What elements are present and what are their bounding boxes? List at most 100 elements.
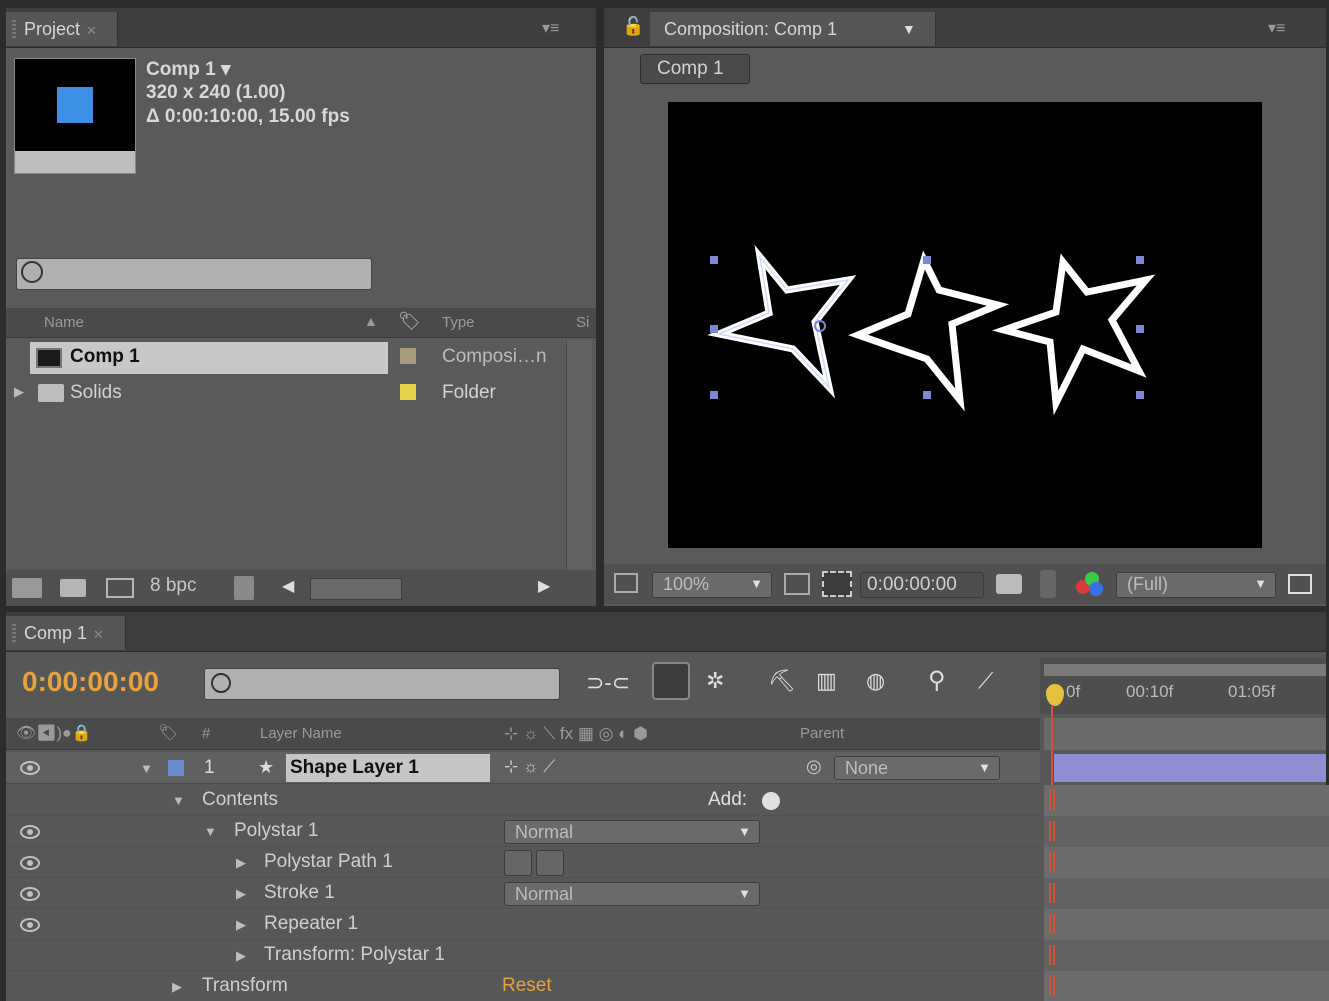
- column-name[interactable]: Name: [44, 308, 84, 338]
- project-horizontal-scrollbar[interactable]: [310, 578, 402, 600]
- property-row-transform-polystar[interactable]: ▶ Transform: Polystar 1: [6, 940, 1040, 971]
- switches-icons[interactable]: ⊹ ☼ ⟍ fx ▦ ◎ ◐ ⬢: [504, 718, 648, 750]
- comp-info-name[interactable]: Comp 1 ▾: [146, 58, 231, 81]
- lock-icon[interactable]: 🔓: [622, 16, 644, 37]
- timeline-search-input[interactable]: [204, 668, 560, 700]
- new-folder-icon[interactable]: [60, 579, 86, 597]
- work-area-bar[interactable]: [1044, 664, 1326, 676]
- expand-triangle-icon[interactable]: ▶: [236, 886, 246, 902]
- viewer-canvas[interactable]: [668, 102, 1262, 548]
- color-channels-icon[interactable]: [1076, 572, 1104, 598]
- close-icon[interactable]: ✕: [86, 23, 97, 38]
- current-time-indicator-head[interactable]: [1046, 684, 1064, 706]
- composition-viewer[interactable]: [668, 102, 1262, 548]
- graph-editor-icon[interactable]: ⟋: [978, 668, 993, 694]
- zoom-dropdown[interactable]: 100% ▼: [652, 572, 772, 598]
- expand-triangle-icon[interactable]: ▶: [172, 979, 182, 995]
- current-time-display[interactable]: 0:00:00:00: [22, 666, 159, 698]
- project-item-row[interactable]: Comp 1 Composi…n 品: [6, 340, 584, 374]
- property-row-polystar-path[interactable]: ▶ Polystar Path 1: [6, 847, 1040, 878]
- panel-menu-icon[interactable]: ▾≡: [542, 18, 559, 38]
- path-direction-icon[interactable]: [504, 850, 532, 876]
- tab-project[interactable]: Project ✕: [6, 12, 118, 46]
- label-tag-icon[interactable]: 🏷: [158, 718, 178, 750]
- timeline-track[interactable]: [1044, 878, 1329, 909]
- trash-icon[interactable]: [234, 576, 254, 600]
- tab-composition[interactable]: Composition: Comp 1 ▼: [650, 12, 936, 46]
- safe-zones-icon[interactable]: [784, 573, 810, 595]
- live-update-icon[interactable]: [652, 662, 690, 700]
- tab-timeline-comp[interactable]: Comp 1 ✕: [6, 616, 126, 650]
- resolution-dropdown[interactable]: (Full) ▼: [1116, 572, 1276, 598]
- add-label[interactable]: Add:: [708, 789, 747, 811]
- timeline-track[interactable]: [1044, 971, 1329, 1001]
- region-of-interest-icon[interactable]: [1288, 574, 1312, 594]
- draft-3d-icon[interactable]: ✲: [706, 668, 724, 694]
- label-tag-icon[interactable]: 🏷: [398, 306, 421, 336]
- sort-up-icon[interactable]: ▲: [364, 306, 378, 336]
- always-preview-icon[interactable]: [614, 573, 638, 593]
- panel-menu-icon[interactable]: ▾≡: [1268, 18, 1285, 38]
- scroll-right-icon[interactable]: ▶: [538, 576, 550, 596]
- label-color-swatch[interactable]: [400, 348, 416, 364]
- expand-triangle-icon[interactable]: ▶: [236, 917, 246, 933]
- eye-icon[interactable]: [20, 825, 40, 839]
- project-search-input[interactable]: [16, 258, 372, 290]
- column-parent[interactable]: Parent: [800, 718, 844, 750]
- scroll-left-icon[interactable]: ◀: [282, 576, 294, 596]
- av-features-icons[interactable]: 👁◀)●🔒: [16, 718, 92, 750]
- timeline-track[interactable]: [1044, 909, 1329, 940]
- eye-icon[interactable]: [20, 761, 40, 775]
- property-row-contents[interactable]: ▼ Contents Add:: [6, 785, 1040, 816]
- expand-triangle-icon[interactable]: ▶: [14, 384, 24, 400]
- polystar-blend-mode-dropdown[interactable]: Normal ▼: [504, 820, 760, 844]
- layer-duration-bar[interactable]: [1054, 754, 1326, 782]
- expand-triangle-icon[interactable]: ▶: [236, 948, 246, 964]
- bit-depth-button[interactable]: 8 bpc: [150, 575, 196, 597]
- show-snapshot-icon[interactable]: [1040, 570, 1056, 598]
- eye-icon[interactable]: [20, 856, 40, 870]
- pick-whip-icon[interactable]: ◎: [806, 756, 822, 777]
- new-composition-icon[interactable]: [106, 578, 134, 598]
- brainstorm-icon[interactable]: ⚲: [928, 666, 946, 695]
- layer-name-field[interactable]: Shape Layer 1: [286, 754, 490, 782]
- expand-triangle-icon[interactable]: ▼: [204, 824, 217, 839]
- current-time-field[interactable]: 0:00:00:00: [860, 572, 984, 598]
- time-ruler[interactable]: 0f 00:10f 01:05f: [1040, 658, 1326, 714]
- column-layer-number[interactable]: #: [202, 718, 210, 750]
- layer-label-swatch[interactable]: [168, 760, 184, 776]
- composition-mini-flowchart-icon[interactable]: ⊃-⊂: [586, 670, 630, 696]
- stroke-blend-mode-dropdown[interactable]: Normal ▼: [504, 882, 760, 906]
- interpret-footage-icon[interactable]: [12, 578, 42, 598]
- chevron-down-icon[interactable]: ▼: [902, 12, 916, 46]
- expand-triangle-icon[interactable]: ▼: [140, 761, 153, 776]
- property-row-repeater[interactable]: ▶ Repeater 1: [6, 909, 1040, 940]
- label-color-swatch[interactable]: [400, 384, 416, 400]
- timeline-track[interactable]: [1044, 940, 1329, 971]
- comp-breadcrumb[interactable]: Comp 1: [640, 54, 750, 84]
- property-row-transform[interactable]: ▶ Transform Reset: [6, 971, 1040, 1001]
- column-layer-name[interactable]: Layer Name: [260, 718, 342, 750]
- frame-blending-icon[interactable]: ▥: [816, 668, 837, 694]
- add-menu-arrow-icon[interactable]: [762, 792, 780, 810]
- column-type[interactable]: Type: [442, 308, 475, 338]
- expand-triangle-icon[interactable]: ▶: [236, 855, 246, 871]
- eye-icon[interactable]: [20, 887, 40, 901]
- property-row-polystar[interactable]: ▼ Polystar 1 Normal ▼: [6, 816, 1040, 847]
- timeline-track[interactable]: [1044, 816, 1329, 847]
- layer-row[interactable]: ▼ 1 ★ Shape Layer 1 ⊹ ☼ ⟋ ◎ None ▼: [6, 752, 1040, 784]
- eye-icon[interactable]: [20, 918, 40, 932]
- parent-dropdown[interactable]: None ▼: [834, 756, 1000, 780]
- property-row-stroke[interactable]: ▶ Stroke 1 Normal ▼: [6, 878, 1040, 909]
- project-item-row[interactable]: ▶ Solids Folder: [6, 376, 566, 410]
- project-vertical-scrollbar[interactable]: [566, 340, 592, 572]
- timeline-track[interactable]: [1044, 785, 1329, 816]
- motion-blur-icon[interactable]: ◍: [866, 668, 885, 694]
- timeline-track[interactable]: [1044, 847, 1329, 878]
- reverse-path-icon[interactable]: [536, 850, 564, 876]
- toggle-mask-icon[interactable]: [822, 571, 852, 597]
- expand-triangle-icon[interactable]: ▼: [172, 793, 185, 808]
- column-size[interactable]: Si: [576, 308, 589, 338]
- hide-shy-layers-icon[interactable]: ⛏: [768, 668, 796, 694]
- layer-switch-icons[interactable]: ⊹ ☼ ⟋: [504, 757, 555, 777]
